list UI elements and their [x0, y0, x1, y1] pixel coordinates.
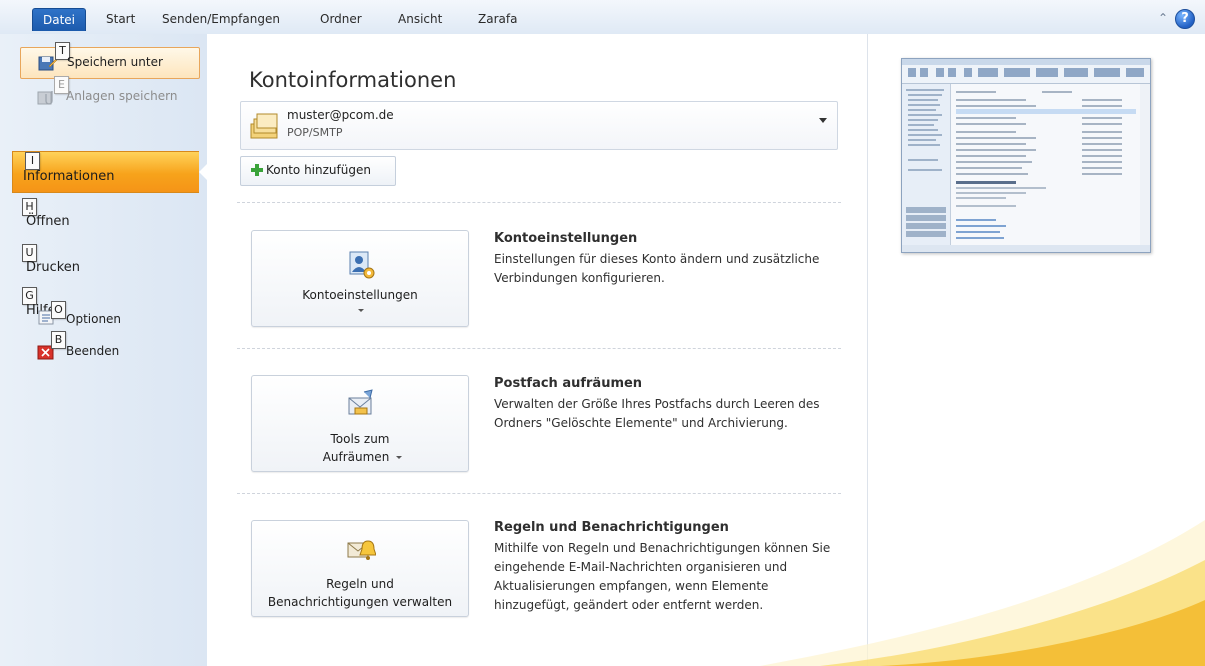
save-attachments-button[interactable]: E Anlagen speichern [20, 76, 198, 112]
nav-tab-drucken[interactable]: U Drucken [10, 244, 206, 282]
account-type: POP/SMTP [287, 126, 343, 139]
ribbon-help-area: ⌃ ? [1155, 9, 1195, 29]
section-title: Regeln und Benachrichtigungen [494, 520, 729, 535]
outlook-window-thumbnail [901, 58, 1151, 253]
tab-start[interactable]: Start [106, 9, 135, 29]
tab-zarafa[interactable]: Zarafa [478, 9, 517, 29]
chevron-down-icon [396, 456, 402, 459]
cleanup-tools-label-line2: Aufräumen [322, 450, 390, 464]
save-as-label: Speichern unter [67, 55, 163, 69]
nav-tab-oeffnen[interactable]: H Öffnen [10, 198, 206, 236]
section-description: Verwalten der Größe Ihres Postfachs durc… [494, 397, 820, 430]
tab-ordner[interactable]: Ordner [320, 9, 362, 29]
account-info-panel: Kontoinformationen muster@pcom.de POP/SM… [207, 34, 867, 666]
ribbon-tab-bar: Datei Start Senden/Empfangen Ordner Ansi… [0, 0, 1205, 35]
chevron-down-icon[interactable] [819, 118, 827, 123]
exit-label: Beenden [66, 344, 120, 358]
rules-alerts-label-line2: Benachrichtigungen verwalten [267, 595, 453, 609]
tab-datei[interactable]: Datei [32, 8, 86, 31]
backstage-navigation: T Speichern unter E Anlagen speichern I … [0, 34, 211, 666]
account-settings-button[interactable]: Kontoeinstellungen [251, 230, 469, 327]
cleanup-tools-button[interactable]: Tools zum Aufräumen [251, 375, 469, 472]
section-title: Kontoeinstellungen [494, 231, 638, 246]
chevron-down-icon [358, 309, 364, 312]
exit-button[interactable]: B Beenden [20, 331, 198, 367]
nav-tab-informationen[interactable]: I Informationen [12, 151, 211, 193]
nav-tab-label: Drucken [26, 260, 81, 275]
nav-tab-label: Öffnen [26, 214, 70, 229]
account-settings-icon [349, 251, 375, 279]
help-icon[interactable]: ? [1175, 9, 1195, 29]
divider [237, 202, 841, 203]
save-as-button[interactable]: T Speichern unter [20, 42, 200, 79]
add-account-label: Konto hinzufügen [266, 163, 371, 177]
rules-alerts-label-line1: Regeln und [326, 577, 394, 591]
options-label: Optionen [66, 312, 122, 326]
account-settings-button-label: Kontoeinstellungen [302, 288, 418, 302]
options-button[interactable]: O Optionen [20, 301, 198, 332]
section-description: Mithilfe von Regeln und Benachrichtigung… [494, 541, 831, 612]
divider [237, 348, 841, 349]
save-attachments-label: Anlagen speichern [66, 89, 178, 103]
rules-alerts-button[interactable]: Regeln und Benachrichtigungen verwalten [251, 520, 469, 617]
cleanup-tools-icon [348, 389, 373, 415]
thumbnail-image [902, 59, 1150, 252]
keytip-i: I [25, 152, 40, 170]
plus-icon [251, 164, 263, 176]
section-description: Einstellungen für dieses Konto ändern un… [494, 252, 820, 285]
tab-senden-empfangen[interactable]: Senden/Empfangen [162, 9, 280, 29]
section-title: Postfach aufräumen [494, 376, 643, 391]
minimize-ribbon-icon[interactable]: ⌃ [1155, 10, 1171, 26]
account-email: muster@pcom.de [287, 108, 394, 122]
add-account-button[interactable]: Konto hinzufügen [240, 156, 396, 186]
preview-panel [867, 34, 1205, 666]
account-selector[interactable]: muster@pcom.de POP/SMTP [240, 101, 838, 150]
nav-tab-label: Informationen [23, 169, 115, 184]
divider [237, 493, 841, 494]
keytip-b: B [51, 331, 66, 349]
tab-ansicht[interactable]: Ansicht [398, 9, 442, 29]
page-title: Kontoinformationen [249, 68, 457, 92]
cleanup-tools-label-line1: Tools zum [330, 432, 390, 446]
rules-alerts-icon [347, 540, 376, 560]
keytip-o: O [51, 301, 66, 319]
account-icon [250, 113, 278, 139]
